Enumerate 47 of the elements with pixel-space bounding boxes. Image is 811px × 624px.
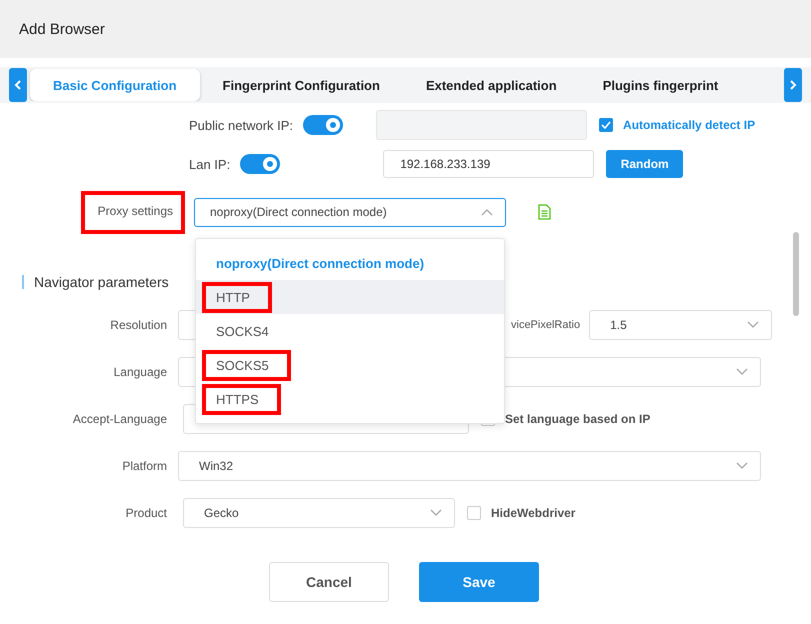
- document-icon[interactable]: [538, 204, 551, 220]
- checkbox[interactable]: [599, 118, 614, 132]
- checkbox-label: Set language based on IP: [505, 412, 650, 426]
- field-label: vicePixelRatio: [511, 319, 580, 331]
- chevron-down-icon: [430, 509, 442, 517]
- chevron-down-icon: [736, 462, 748, 470]
- option-text: SOCKS5: [202, 350, 291, 380]
- checkbox-label: Automatically detect IP: [623, 118, 756, 132]
- toggle-switch[interactable]: [303, 115, 344, 135]
- platform-select[interactable]: Win32: [178, 451, 761, 481]
- tab[interactable]: Plugins fingerprint: [580, 69, 742, 101]
- field-label: Resolution: [110, 318, 168, 332]
- field-label: Platform: [122, 459, 168, 473]
- tab[interactable]: Fingerprint Configuration: [200, 69, 403, 101]
- chevron-down-icon: [736, 368, 748, 376]
- dropdown-option[interactable]: SOCKS4: [196, 314, 504, 348]
- field-label: Proxy settings: [80, 190, 185, 234]
- proxy-select[interactable]: noproxy(Direct connection mode): [194, 198, 506, 226]
- section-title: Navigator parameters: [34, 274, 169, 290]
- field-label: Language: [114, 365, 168, 379]
- chevron-right-icon: [789, 80, 797, 90]
- tab[interactable]: Extended application: [402, 69, 580, 101]
- chevron-down-icon: [747, 321, 760, 329]
- input-field[interactable]: 192.168.233.139: [383, 150, 594, 178]
- scroll-right-button[interactable]: [784, 68, 802, 102]
- option-text: HTTP: [202, 282, 272, 312]
- option-text: SOCKS4: [215, 322, 270, 340]
- checkbox[interactable]: [467, 506, 481, 520]
- ratio-select[interactable]: 1.5: [589, 310, 772, 340]
- cancel-button[interactable]: Cancel: [269, 562, 389, 602]
- dropdown-option[interactable]: HTTPS: [196, 382, 504, 416]
- scroll-left-button[interactable]: [9, 68, 27, 102]
- chevron-left-icon: [14, 80, 22, 90]
- field-label: Accept-Language: [72, 412, 168, 426]
- window-title: Add Browser: [19, 20, 105, 38]
- field-label: Product: [126, 506, 168, 520]
- product-select[interactable]: Gecko: [183, 498, 455, 528]
- option-text: noproxy(Direct connection mode): [215, 254, 426, 273]
- checkbox-label: HideWebdriver: [491, 506, 576, 520]
- field-label: Lan IP:: [189, 156, 230, 172]
- dropdown-option[interactable]: SOCKS5: [196, 348, 504, 382]
- chevron-icon: [481, 208, 493, 216]
- option-text: HTTPS: [202, 384, 281, 414]
- toggle-switch[interactable]: [240, 154, 280, 174]
- field-label: Public network IP:: [189, 118, 294, 132]
- scrollbar-thumb[interactable]: [793, 232, 799, 316]
- dropdown-option[interactable]: HTTP: [196, 280, 504, 314]
